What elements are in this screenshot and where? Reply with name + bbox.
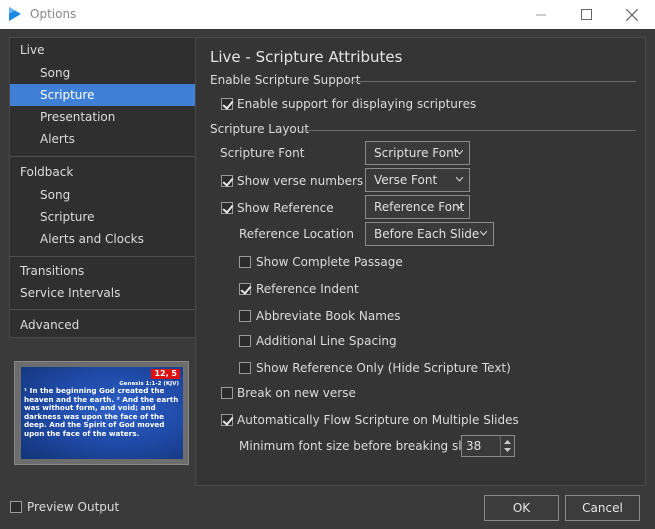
- reference-indent-checkbox[interactable]: [239, 283, 251, 295]
- min-font-size-value: 38: [466, 439, 482, 453]
- slide-count-badge: 12, 5: [151, 369, 180, 379]
- section-enable-heading: Enable Scripture Support: [210, 73, 361, 87]
- scripture-preview: 12, 5 Genesis 1:1-2 (KJV) ¹ In the begin…: [14, 361, 189, 465]
- show-reference-only-label: Show Reference Only (Hide Scripture Text…: [256, 361, 511, 375]
- show-verse-numbers-checkbox[interactable]: [221, 175, 233, 187]
- nav-divider: [10, 256, 195, 257]
- nav-live-song[interactable]: Song: [10, 62, 195, 84]
- nav-divider: [10, 309, 195, 310]
- min-font-size-stepper[interactable]: 38: [461, 435, 515, 457]
- chevron-down-icon: [456, 177, 463, 182]
- auto-flow-label: Automatically Flow Scripture on Multiple…: [237, 413, 519, 427]
- additional-line-spacing-label: Additional Line Spacing: [256, 334, 397, 348]
- abbreviate-book-names-label: Abbreviate Book Names: [256, 309, 401, 323]
- show-reference-only-checkbox[interactable]: [239, 362, 251, 374]
- chevron-down-icon: [480, 231, 487, 236]
- page-title: Live - Scripture Attributes: [210, 48, 403, 66]
- reference-location-select[interactable]: Before Each Slide: [365, 222, 494, 246]
- min-font-size-label: Minimum font size before breaking slide: [239, 439, 480, 453]
- reference-location-label: Reference Location: [239, 227, 354, 241]
- show-reference-checkbox[interactable]: [221, 202, 233, 214]
- nav-service-intervals[interactable]: Service Intervals: [10, 282, 195, 304]
- preview-slide: 12, 5 Genesis 1:1-2 (KJV) ¹ In the begin…: [21, 367, 183, 459]
- nav-advanced[interactable]: Advanced: [10, 314, 195, 336]
- options-nav: Live Song Scripture Presentation Alerts …: [9, 37, 196, 338]
- nav-live-presentation[interactable]: Presentation: [10, 106, 195, 128]
- play-logo-icon: [8, 7, 22, 21]
- verse-font-button-label: Verse Font: [374, 173, 438, 187]
- nav-divider: [10, 156, 195, 157]
- reference-font-button-label: Reference Font: [374, 200, 465, 214]
- cancel-button[interactable]: Cancel: [565, 495, 640, 521]
- nav-foldback[interactable]: Foldback: [10, 161, 195, 183]
- section-divider: [301, 130, 636, 131]
- close-icon: [626, 8, 638, 21]
- nav-live-scripture[interactable]: Scripture: [10, 84, 195, 106]
- scripture-font-button-label: Scripture Font: [374, 146, 459, 160]
- nav-foldback-song[interactable]: Song: [10, 184, 195, 206]
- show-reference-label: Show Reference: [237, 201, 334, 215]
- maximize-icon: [580, 9, 592, 20]
- chevron-down-icon: [456, 204, 463, 209]
- nav-foldback-scripture[interactable]: Scripture: [10, 206, 195, 228]
- preview-output-label: Preview Output: [27, 500, 120, 514]
- minimize-icon: [536, 14, 546, 15]
- show-complete-passage-checkbox[interactable]: [239, 256, 251, 268]
- break-on-new-verse-label: Break on new verse: [237, 386, 356, 400]
- section-layout-heading: Scripture Layout: [210, 122, 310, 136]
- title-bar: Options: [0, 0, 655, 29]
- ok-button[interactable]: OK: [484, 495, 559, 521]
- enable-support-label: Enable support for displaying scriptures: [237, 97, 477, 111]
- scripture-font-button[interactable]: Scripture Font: [365, 141, 470, 165]
- minimize-button[interactable]: [518, 0, 564, 29]
- scripture-attributes-panel: Live - Scripture Attributes Enable Scrip…: [195, 37, 646, 486]
- preview-text: ¹ In the beginning God created the heave…: [24, 386, 179, 438]
- nav-live-alerts[interactable]: Alerts: [10, 128, 195, 150]
- scripture-font-label: Scripture Font: [220, 146, 305, 160]
- reference-location-value: Before Each Slide: [374, 227, 480, 241]
- chevron-up-icon: [504, 440, 511, 444]
- stepper-buttons[interactable]: [500, 436, 514, 456]
- nav-live[interactable]: Live: [10, 39, 195, 61]
- reference-indent-label: Reference Indent: [256, 282, 359, 296]
- break-on-new-verse-checkbox[interactable]: [221, 387, 233, 399]
- abbreviate-book-names-checkbox[interactable]: [239, 310, 251, 322]
- show-verse-numbers-label: Show verse numbers: [237, 174, 364, 188]
- window-title: Options: [30, 7, 77, 21]
- close-button[interactable]: [609, 0, 655, 29]
- show-complete-passage-label: Show Complete Passage: [256, 255, 403, 269]
- enable-support-checkbox[interactable]: [221, 98, 233, 110]
- nav-transitions[interactable]: Transitions: [10, 260, 195, 282]
- additional-line-spacing-checkbox[interactable]: [239, 335, 251, 347]
- verse-font-button[interactable]: Verse Font: [365, 168, 470, 192]
- nav-foldback-alerts-clocks[interactable]: Alerts and Clocks: [10, 228, 195, 250]
- chevron-down-icon: [456, 150, 463, 155]
- chevron-down-icon: [504, 448, 511, 452]
- auto-flow-checkbox[interactable]: [221, 414, 233, 426]
- reference-font-button[interactable]: Reference Font: [365, 195, 470, 219]
- maximize-button[interactable]: [563, 0, 609, 29]
- section-divider: [347, 81, 636, 82]
- preview-output-checkbox[interactable]: [10, 501, 22, 513]
